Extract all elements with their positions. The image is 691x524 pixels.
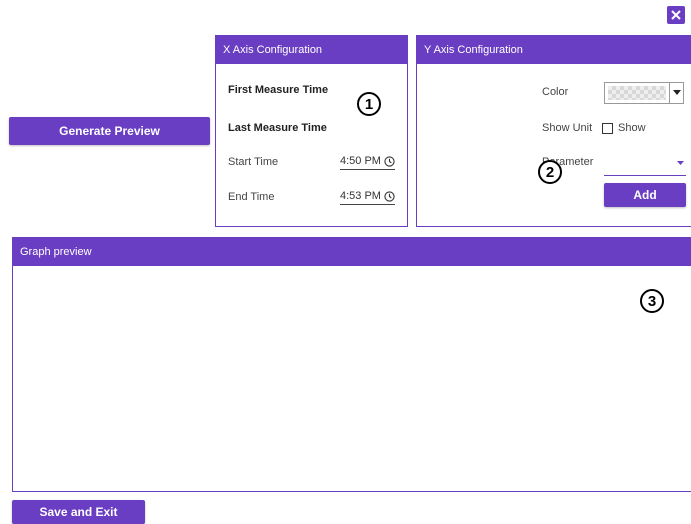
end-time-label: End Time	[228, 191, 275, 203]
x-axis-panel-title: X Axis Configuration	[216, 36, 407, 64]
clock-icon[interactable]	[384, 190, 395, 202]
close-button[interactable]	[667, 6, 685, 24]
y-axis-configuration-panel: Y Axis Configuration Color Show Unit Sho…	[416, 35, 691, 227]
annotation-marker-1: 1	[357, 92, 381, 116]
annotation-marker-2: 2	[538, 160, 562, 184]
start-time-label: Start Time	[228, 156, 279, 168]
clock-icon[interactable]	[384, 155, 395, 167]
show-unit-checkbox[interactable]	[602, 123, 613, 134]
color-label: Color	[542, 86, 569, 98]
last-measure-time-option[interactable]: Last Measure Time	[228, 122, 327, 134]
end-time-field[interactable]: 4:53 PM	[340, 190, 395, 205]
show-checkbox-label: Show	[618, 122, 646, 134]
start-time-field[interactable]: 4:50 PM	[340, 155, 395, 170]
annotation-marker-3: 3	[640, 289, 664, 313]
color-swatch	[608, 86, 666, 100]
x-axis-configuration-panel: X Axis Configuration First Measure Time …	[215, 35, 408, 227]
save-and-exit-button[interactable]: Save and Exit	[12, 500, 145, 524]
graph-canvas	[13, 266, 691, 491]
parameter-select[interactable]	[604, 155, 686, 176]
add-button[interactable]: Add	[604, 183, 686, 207]
end-time-value: 4:53 PM	[340, 190, 381, 202]
y-axis-panel-title: Y Axis Configuration	[417, 36, 691, 64]
show-unit-label: Show Unit	[542, 122, 593, 134]
start-time-value: 4:50 PM	[340, 155, 381, 167]
generate-preview-button[interactable]: Generate Preview	[9, 117, 210, 145]
chevron-down-icon	[669, 83, 683, 103]
caret-down-icon	[677, 161, 684, 165]
first-measure-time-option[interactable]: First Measure Time	[228, 84, 328, 96]
close-icon	[671, 10, 681, 20]
graph-preview-title: Graph preview	[13, 238, 691, 266]
graph-preview-panel: Graph preview 3	[12, 237, 691, 492]
color-picker[interactable]	[604, 82, 684, 104]
